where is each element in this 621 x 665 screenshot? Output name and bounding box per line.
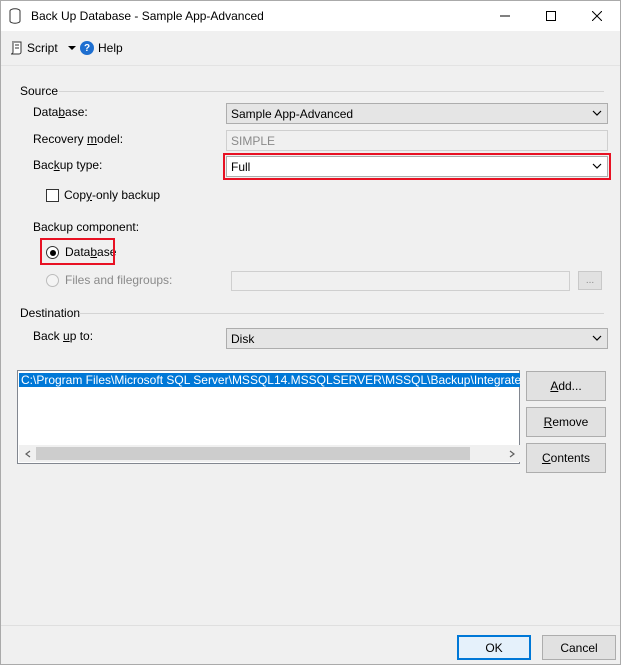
- remove-button[interactable]: Remove: [526, 407, 606, 437]
- close-icon: [592, 11, 602, 21]
- recovery-model-field: SIMPLE: [226, 130, 608, 151]
- component-files-label: Files and filegroups:: [65, 273, 173, 287]
- help-button[interactable]: ? Help: [80, 41, 123, 55]
- footer-divider: [1, 625, 620, 626]
- chevron-down-icon[interactable]: [67, 46, 76, 50]
- filegroups-field: [231, 271, 570, 291]
- scroll-thumb[interactable]: [36, 447, 470, 460]
- backup-destination-list[interactable]: C:\Program Files\Microsoft SQL Server\MS…: [17, 370, 520, 464]
- recovery-model-label: Recovery model:: [33, 132, 124, 146]
- database-dropdown[interactable]: Sample App-Advanced: [226, 103, 608, 124]
- recovery-model-value: SIMPLE: [231, 134, 276, 148]
- close-button[interactable]: [574, 1, 620, 31]
- window-title: Back Up Database - Sample App-Advanced: [31, 9, 264, 23]
- component-files-radio[interactable]: [46, 274, 59, 287]
- toolbar-divider: [1, 65, 620, 77]
- source-header: Source: [20, 84, 59, 98]
- script-button[interactable]: Script: [9, 41, 76, 55]
- script-icon: [10, 41, 22, 55]
- horizontal-scrollbar[interactable]: [19, 445, 520, 462]
- chevron-left-icon: [24, 450, 30, 457]
- maximize-button[interactable]: [528, 1, 574, 31]
- database-value: Sample App-Advanced: [231, 107, 354, 121]
- browse-filegroups-button[interactable]: ...: [578, 271, 602, 290]
- help-icon: ?: [80, 41, 94, 55]
- list-item[interactable]: C:\Program Files\Microsoft SQL Server\MS…: [19, 373, 520, 387]
- component-database-highlight: [40, 238, 115, 265]
- backup-type-highlight: [223, 153, 611, 180]
- backup-to-dropdown[interactable]: Disk: [226, 328, 608, 349]
- script-label: Script: [27, 41, 58, 55]
- backup-database-dialog: Back Up Database - Sample App-Advanced S…: [0, 0, 621, 665]
- cancel-button[interactable]: Cancel: [542, 635, 616, 660]
- minimize-button[interactable]: [482, 1, 528, 31]
- ok-button[interactable]: OK: [457, 635, 531, 660]
- copy-only-label[interactable]: Copy-only backup: [64, 188, 160, 202]
- add-button[interactable]: Add...: [526, 371, 606, 401]
- scroll-left-button[interactable]: [19, 445, 36, 462]
- maximize-icon: [546, 11, 556, 21]
- scroll-right-button[interactable]: [503, 445, 520, 462]
- backup-to-label: Back up to:: [33, 329, 94, 343]
- title-bar: Back Up Database - Sample App-Advanced: [1, 1, 620, 31]
- contents-button[interactable]: Contents: [526, 443, 606, 473]
- source-divider: [59, 91, 604, 92]
- backup-type-label: Backup type:: [33, 158, 103, 172]
- chevron-down-icon: [592, 110, 602, 116]
- backup-component-label: Backup component:: [33, 220, 140, 234]
- toolbar: Script ? Help: [1, 31, 620, 65]
- help-label: Help: [98, 41, 123, 55]
- destination-divider: [79, 313, 604, 314]
- minimize-icon: [500, 15, 510, 17]
- copy-only-checkbox[interactable]: [46, 189, 59, 202]
- database-icon: [9, 8, 21, 24]
- destination-header: Destination: [20, 306, 81, 320]
- database-label: Database:: [33, 105, 88, 119]
- chevron-right-icon: [509, 450, 515, 457]
- chevron-down-icon: [592, 335, 602, 341]
- backup-to-value: Disk: [231, 332, 255, 346]
